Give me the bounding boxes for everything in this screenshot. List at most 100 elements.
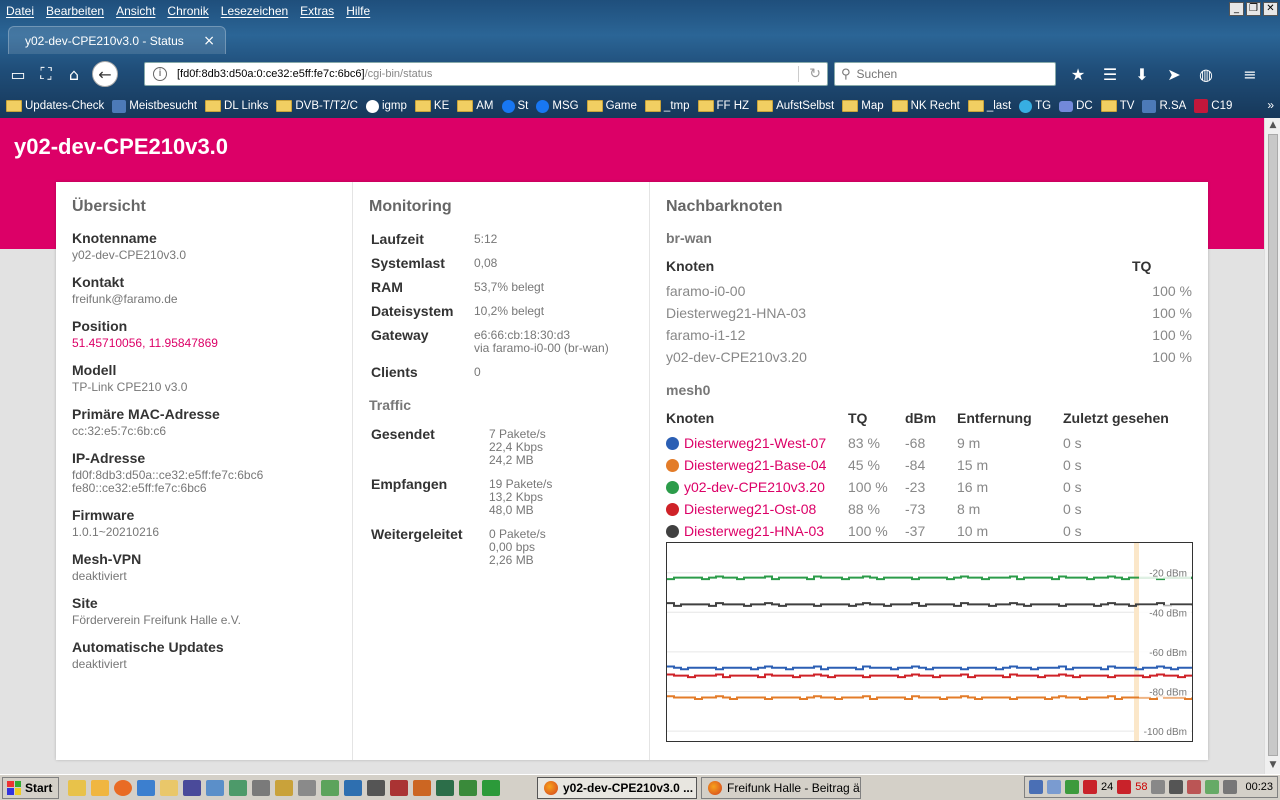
- quicklaunch-firefox-icon[interactable]: [114, 779, 133, 796]
- bookmark-item[interactable]: AM: [457, 100, 494, 112]
- quicklaunch-arrow-icon[interactable]: [482, 779, 501, 796]
- minimize-button[interactable]: _: [1229, 2, 1244, 16]
- task-button-status[interactable]: y02-dev-CPE210v3.0 ...: [537, 776, 697, 799]
- tray-usb-icon[interactable]: [1223, 780, 1238, 794]
- quicklaunch-terminal-icon[interactable]: [344, 779, 363, 796]
- start-button[interactable]: Start: [2, 776, 60, 799]
- bookmark-item[interactable]: DC: [1059, 100, 1093, 112]
- hamburger-menu-icon[interactable]: ≡: [1236, 60, 1264, 88]
- tray-clock-icon[interactable]: [1151, 780, 1166, 794]
- bookmark-item[interactable]: DVB-T/T2/C: [276, 100, 358, 112]
- reload-icon[interactable]: ↻: [809, 66, 821, 82]
- tray-antivirus-icon[interactable]: [1082, 780, 1097, 794]
- position-link[interactable]: 51.45710056, 11.95847869: [72, 337, 336, 350]
- quicklaunch-save-icon[interactable]: [183, 779, 202, 796]
- quicklaunch-notes-icon[interactable]: [91, 779, 110, 796]
- menu-item-hilfe[interactable]: Hilfe: [340, 4, 376, 18]
- tray-speaker-icon[interactable]: [1169, 780, 1184, 794]
- scroll-up-icon[interactable]: ▲: [1267, 120, 1279, 132]
- quicklaunch-puzzle-icon[interactable]: [321, 779, 340, 796]
- neighbour-link[interactable]: Diesterweg21-Base-04: [684, 457, 826, 473]
- neighbour-link[interactable]: faramo-i0-00: [666, 280, 1132, 302]
- quicklaunch-media-icon[interactable]: [298, 779, 317, 796]
- tray-update-icon[interactable]: [1205, 780, 1220, 794]
- site-info-icon[interactable]: i: [153, 67, 167, 81]
- quicklaunch-gear-icon[interactable]: [459, 779, 478, 796]
- mesh-col-header: Entfernung: [957, 410, 1032, 426]
- quicklaunch-folder-icon[interactable]: [68, 779, 87, 796]
- menu-item-lesezeichen[interactable]: Lesezeichen: [215, 4, 294, 18]
- maximize-button[interactable]: ❐: [1246, 2, 1261, 16]
- bookmark-item[interactable]: _last: [967, 100, 1011, 112]
- tray-shield-icon[interactable]: [1187, 780, 1202, 794]
- bookmarks-list-icon[interactable]: ☰: [1096, 60, 1124, 88]
- bookmark-item[interactable]: NK Recht: [891, 100, 960, 112]
- back-button[interactable]: ←: [92, 61, 118, 87]
- sync-icon[interactable]: ⛶: [32, 60, 60, 88]
- mesh-dbm: -73: [905, 501, 926, 517]
- bookmark-item[interactable]: AufstSelbst: [757, 100, 834, 112]
- quicklaunch-vc-icon[interactable]: [206, 779, 225, 796]
- quicklaunch-tool-icon[interactable]: [229, 779, 248, 796]
- download-icon[interactable]: ⬇: [1128, 60, 1156, 88]
- bookmark-item[interactable]: Map: [842, 100, 884, 112]
- bookmark-item[interactable]: C19: [1194, 99, 1232, 113]
- vertical-scrollbar[interactable]: ▲ ▼: [1264, 118, 1280, 774]
- url-bar[interactable]: i [fd0f:8db3:d50a:0:ce32:e5ff:fe7c:6bc6]…: [144, 62, 828, 86]
- quicklaunch-bug-icon[interactable]: [390, 779, 409, 796]
- quicklaunch-fire-icon[interactable]: [413, 779, 432, 796]
- monitoring-label: Laufzeit: [371, 231, 424, 247]
- send-icon[interactable]: ➤: [1160, 60, 1188, 88]
- home-icon[interactable]: ⌂: [60, 60, 88, 88]
- neighbour-link[interactable]: Diesterweg21-HNA-03: [684, 523, 824, 539]
- bookmark-item[interactable]: DL Links: [205, 100, 268, 112]
- close-window-button[interactable]: ✕: [1263, 2, 1278, 16]
- search-input[interactable]: [856, 67, 1037, 81]
- bookmark-item[interactable]: R.SA: [1142, 99, 1186, 113]
- tray-signal-icon[interactable]: [1064, 780, 1079, 794]
- scrollbar-thumb[interactable]: [1268, 134, 1278, 756]
- tab-close-icon[interactable]: ×: [203, 33, 215, 49]
- neighbour-link[interactable]: Diesterweg21-HNA-03: [666, 302, 1132, 324]
- quicklaunch-network-icon[interactable]: [252, 779, 271, 796]
- bookmark-item[interactable]: TV: [1100, 100, 1134, 112]
- menu-item-extras[interactable]: Extras: [294, 4, 340, 18]
- bookmark-item[interactable]: Updates-Check: [6, 100, 104, 112]
- menu-item-datei[interactable]: Datei: [0, 4, 40, 18]
- menu-item-ansicht[interactable]: Ansicht: [110, 4, 161, 18]
- bookmark-star-icon[interactable]: ★: [1064, 60, 1092, 88]
- quicklaunch-app-icon[interactable]: [137, 779, 156, 796]
- traffic-heading: Traffic: [369, 397, 412, 413]
- neighbour-link[interactable]: Diesterweg21-West-07: [684, 435, 826, 451]
- quicklaunch-image-icon[interactable]: [436, 779, 455, 796]
- neighbour-link[interactable]: Diesterweg21-Ost-08: [684, 501, 816, 517]
- bookmark-item[interactable]: _tmp: [644, 100, 690, 112]
- neighbour-link[interactable]: faramo-i1-12: [666, 324, 1132, 346]
- globe-icon[interactable]: ◍: [1192, 60, 1220, 88]
- tab-status[interactable]: y02-dev-CPE210v3.0 - Status ×: [8, 26, 226, 54]
- neighbour-link[interactable]: y02-dev-CPE210v3.20: [666, 346, 1132, 368]
- tray-red-icon[interactable]: [1117, 780, 1132, 794]
- bookmark-item[interactable]: MSG: [536, 99, 579, 113]
- menu-item-chronik[interactable]: Chronik: [161, 4, 214, 18]
- quicklaunch-explorer-icon[interactable]: [160, 779, 179, 796]
- bookmarks-overflow-icon[interactable]: »: [1267, 98, 1274, 112]
- bookmark-item[interactable]: TG: [1019, 99, 1051, 113]
- menu-item-bearbeiten[interactable]: Bearbeiten: [40, 4, 110, 18]
- quicklaunch-chip-icon[interactable]: [367, 779, 386, 796]
- bookmark-item[interactable]: Game: [586, 100, 637, 112]
- scroll-down-icon[interactable]: ▼: [1267, 760, 1279, 772]
- tabs-overview-icon[interactable]: ▭: [4, 60, 32, 88]
- bookmark-item[interactable]: FF HZ: [697, 100, 749, 112]
- monitoring-value: 5:12: [474, 232, 609, 254]
- tray-monitor-icon[interactable]: [1046, 780, 1061, 794]
- bookmark-item[interactable]: igmp: [365, 99, 407, 113]
- quicklaunch-keys-icon[interactable]: [275, 779, 294, 796]
- neighbour-link[interactable]: y02-dev-CPE210v3.20: [684, 479, 825, 495]
- bookmark-item[interactable]: Meistbesucht: [112, 99, 197, 113]
- bookmark-item[interactable]: St: [501, 99, 528, 113]
- task-button-freifunk[interactable]: Freifunk Halle - Beitrag ä...: [701, 776, 861, 799]
- bookmark-item[interactable]: KE: [414, 100, 449, 112]
- search-bar[interactable]: ⚲: [834, 62, 1056, 86]
- tray-network-icon[interactable]: [1028, 780, 1043, 794]
